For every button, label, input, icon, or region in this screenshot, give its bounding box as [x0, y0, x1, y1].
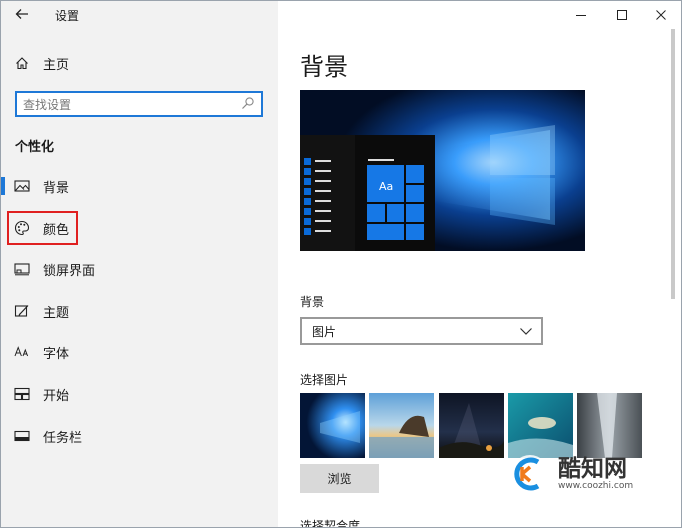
sidebar-item-label: 开始 [43, 388, 70, 404]
sidebar-item-label: 锁屏界面 [43, 263, 96, 279]
browse-button[interactable]: 浏览 [300, 464, 379, 493]
search-box[interactable] [15, 91, 263, 117]
sidebar-item-label: 背景 [43, 180, 70, 196]
picture-thumbnail[interactable] [369, 393, 434, 458]
palette-icon [14, 220, 30, 236]
background-dropdown[interactable]: 图片 [300, 317, 543, 345]
close-button[interactable] [641, 1, 681, 29]
background-preview: Aa [300, 90, 585, 251]
watermark-text: 酷知网 [558, 456, 627, 482]
sidebar-item-themes[interactable]: 主题 [1, 294, 278, 328]
settings-window: 设置 主页 个性化 背景 颜色 [0, 0, 682, 528]
close-icon [656, 10, 666, 20]
sidebar-item-taskbar[interactable]: 任务栏 [1, 419, 278, 453]
font-icon [14, 344, 30, 360]
image-icon [14, 178, 30, 194]
maximize-icon [617, 10, 627, 20]
sidebar-item-label: 字体 [43, 346, 70, 362]
watermark-url: www.coozhi.com [558, 481, 634, 491]
app-title: 设置 [55, 9, 80, 23]
start-icon [14, 386, 30, 402]
search-input[interactable] [21, 93, 235, 117]
sidebar: 设置 主页 个性化 背景 颜色 [1, 1, 278, 527]
sidebar-item-background[interactable]: 背景 [1, 169, 278, 203]
minimize-icon [576, 15, 586, 16]
search-icon [242, 97, 254, 109]
choose-fit-label: 选择契合度 [300, 519, 361, 528]
choose-picture-label: 选择图片 [300, 373, 349, 387]
home-icon [14, 55, 30, 71]
background-label: 背景 [300, 295, 325, 309]
sidebar-item-label: 主页 [43, 57, 70, 73]
wallpaper-preview-image [300, 90, 585, 251]
theme-icon [14, 303, 30, 319]
sidebar-item-fonts[interactable]: 字体 [1, 335, 278, 369]
sidebar-item-label: 任务栏 [43, 430, 83, 446]
arrow-left-icon [15, 9, 28, 19]
sidebar-item-colors[interactable]: 颜色 [1, 211, 278, 245]
preview-tile-text: Aa [379, 180, 394, 193]
back-button[interactable] [11, 6, 33, 26]
picture-thumbnail[interactable] [577, 393, 642, 458]
sidebar-item-lock-screen[interactable]: 锁屏界面 [1, 252, 278, 286]
picture-thumbnail[interactable] [508, 393, 573, 458]
lock-screen-icon [14, 261, 30, 277]
sidebar-item-label: 颜色 [43, 222, 70, 238]
watermark-logo-icon [511, 455, 549, 493]
sidebar-item-start[interactable]: 开始 [1, 377, 278, 411]
page-title: 背景 [300, 53, 348, 81]
chevron-down-icon [520, 328, 532, 335]
picture-thumbnail[interactable] [439, 393, 504, 458]
dropdown-value: 图片 [312, 324, 337, 339]
section-title: 个性化 [15, 140, 55, 155]
watermark: 酷知网 www.coozhi.com [508, 451, 678, 497]
sidebar-item-home[interactable]: 主页 [1, 46, 278, 80]
sidebar-item-label: 主题 [43, 305, 70, 321]
taskbar-icon [14, 428, 30, 444]
maximize-button[interactable] [602, 1, 642, 29]
scrollbar[interactable] [671, 29, 675, 299]
picture-thumbnail[interactable] [300, 393, 365, 458]
minimize-button[interactable] [561, 1, 601, 29]
